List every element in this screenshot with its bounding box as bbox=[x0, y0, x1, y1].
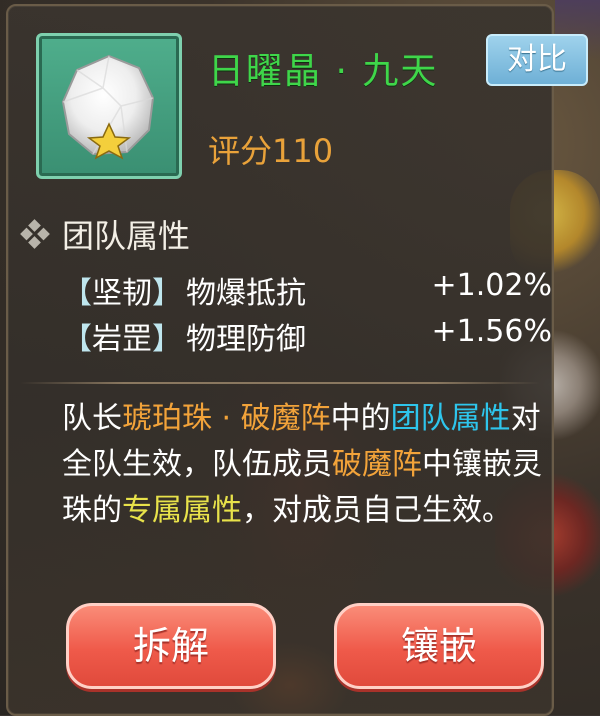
attribute-row: 【岩罡】 物理防御 +1.56% bbox=[62, 314, 552, 357]
description-highlight-exclusive: 专属属性 bbox=[122, 493, 242, 528]
item-icon-frame[interactable] bbox=[36, 33, 182, 179]
team-attributes-header: 团队属性 bbox=[20, 212, 190, 256]
team-attributes-title: 团队属性 bbox=[62, 217, 191, 255]
description-highlight-formation: 破魔阵 bbox=[332, 447, 422, 482]
attribute-value: +1.02% bbox=[431, 268, 552, 303]
item-name: 日曜晶 · 九天 bbox=[208, 51, 439, 92]
inlay-button[interactable]: 镶嵌 bbox=[334, 603, 544, 689]
section-divider bbox=[20, 382, 540, 384]
compare-button[interactable]: 对比 bbox=[486, 34, 588, 86]
description-text: 队长琥珀珠 · 破魔阵中的团队属性对全队生效，队伍成员破魔阵中镶嵌灵珠的专属属性… bbox=[62, 396, 542, 534]
attribute-tag: 坚韧 bbox=[92, 276, 152, 311]
item-score: 评分110 bbox=[208, 132, 334, 170]
diamond-bullet-icon bbox=[20, 219, 50, 249]
gem-star-icon bbox=[61, 54, 155, 160]
attribute-bracket-open: 【 bbox=[62, 276, 92, 311]
description-segment: 中的 bbox=[330, 401, 391, 436]
description-segment: 队长 bbox=[62, 401, 122, 436]
dismantle-button[interactable]: 拆解 bbox=[66, 603, 276, 689]
attribute-tag: 岩罡 bbox=[92, 322, 152, 357]
attribute-bracket-open: 【 bbox=[62, 322, 92, 357]
attribute-row: 【坚韧】 物爆抵抗 +1.02% bbox=[62, 268, 552, 311]
attribute-name: 物理防御 bbox=[186, 322, 306, 357]
description-highlight-team-attr: 团队属性 bbox=[390, 401, 511, 436]
attribute-value: +1.56% bbox=[431, 314, 552, 349]
attribute-bracket-close: 】 bbox=[152, 276, 182, 311]
attribute-bracket-close: 】 bbox=[152, 322, 182, 357]
description-segment: ，对成员自己生效。 bbox=[242, 493, 512, 528]
description-highlight-gem: 琥珀珠 · 破魔阵 bbox=[122, 401, 331, 436]
attribute-name: 物爆抵抗 bbox=[186, 276, 306, 311]
